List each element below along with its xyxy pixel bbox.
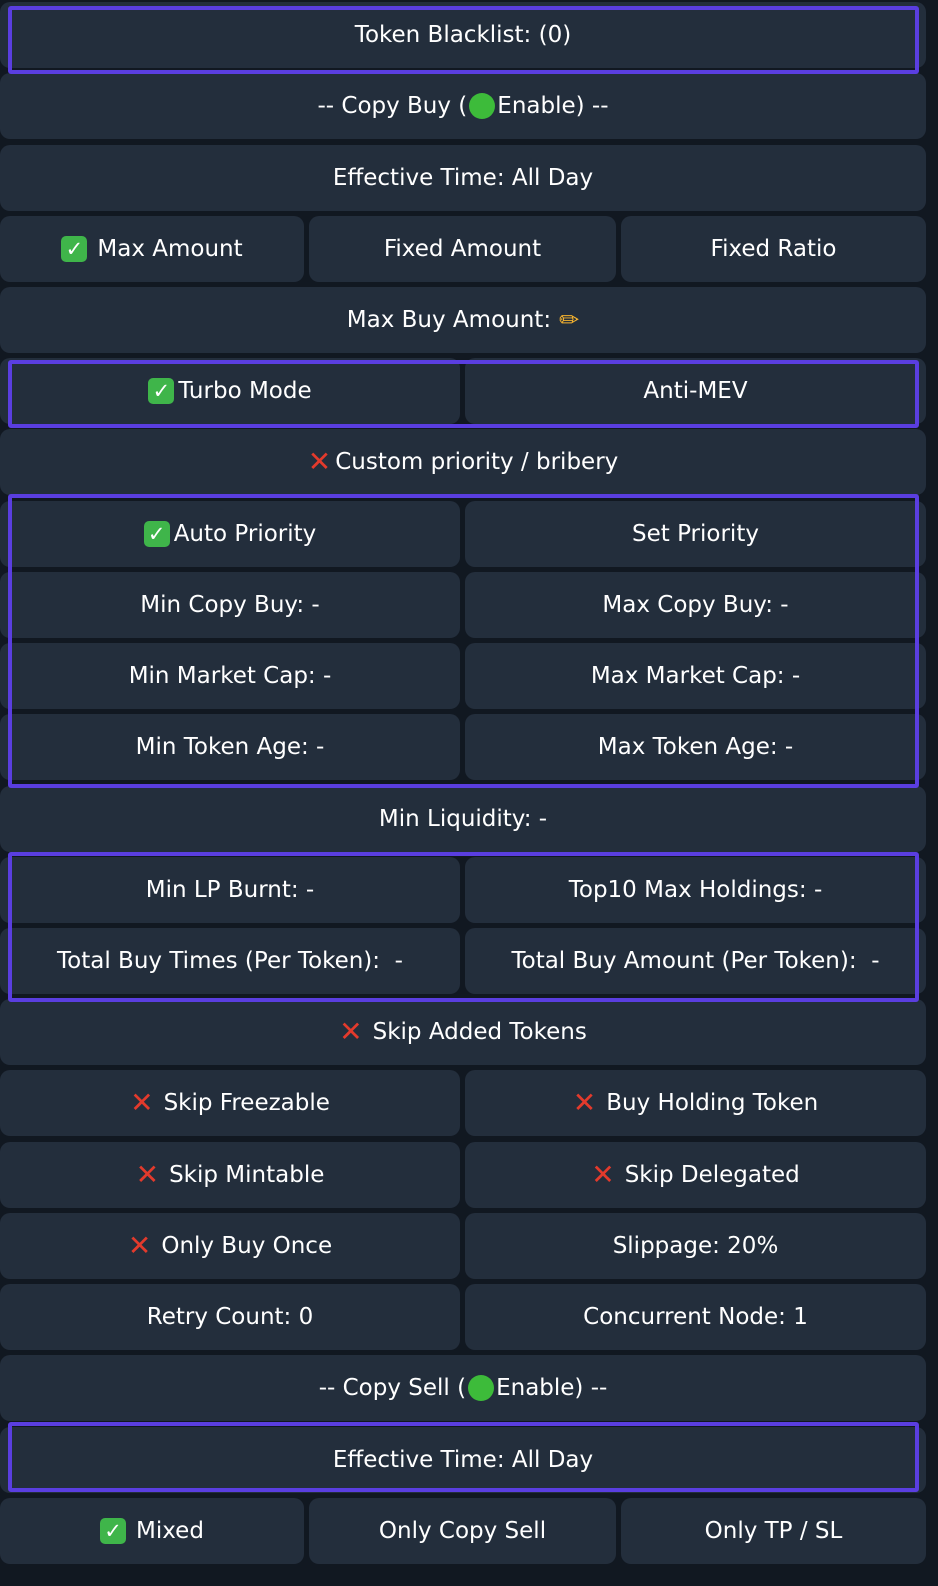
fixed-ratio-button[interactable]: Fixed Ratio xyxy=(621,216,926,282)
total-buy-times-button[interactable]: Total Buy Times (Per Token): - xyxy=(0,928,460,994)
max-buy-amount-button[interactable]: Max Buy Amount: ✏ xyxy=(0,287,926,353)
skip-freezable-button[interactable]: ✕ Skip Freezable xyxy=(0,1070,460,1136)
max-token-age-button[interactable]: Max Token Age: - xyxy=(465,714,926,780)
mixed-label: Mixed xyxy=(136,1518,204,1544)
only-buy-once-button[interactable]: ✕ Only Buy Once xyxy=(0,1213,460,1279)
top10-max-holdings-button[interactable]: Top10 Max Holdings: - xyxy=(465,857,926,923)
only-copy-sell-label: Only Copy Sell xyxy=(378,1518,547,1544)
min-market-cap-label: Min Market Cap: - xyxy=(128,663,332,689)
retry-count-button[interactable]: Retry Count: 0 xyxy=(0,1284,460,1350)
only-copy-sell-button[interactable]: Only Copy Sell xyxy=(309,1498,616,1564)
buy-effective-time-button[interactable]: Effective Time: All Day xyxy=(0,145,926,211)
skip-delegated-button[interactable]: ✕ Skip Delegated xyxy=(465,1142,926,1208)
only-tp-sl-button[interactable]: Only TP / SL xyxy=(621,1498,926,1564)
max-buy-amount-label: Max Buy Amount: xyxy=(346,307,552,333)
copy-buy-prefix: -- Copy Buy ( xyxy=(317,93,468,119)
cross-icon: ✕ xyxy=(307,445,332,478)
min-copy-buy-button[interactable]: Min Copy Buy: - xyxy=(0,572,460,638)
skip-delegated-label: Skip Delegated xyxy=(624,1162,800,1188)
copy-sell-suffix: ) -- xyxy=(574,1375,608,1401)
max-market-cap-label: Max Market Cap: - xyxy=(590,663,801,689)
copy-sell-toggle-button[interactable]: -- Copy Sell ( Enable) -- xyxy=(0,1355,926,1421)
turbo-mode-button[interactable]: ✓ Turbo Mode xyxy=(0,358,460,424)
max-copy-buy-button[interactable]: Max Copy Buy: - xyxy=(465,572,926,638)
total-buy-times-label: Total Buy Times (Per Token): - xyxy=(57,948,403,974)
cross-icon: ✕ xyxy=(591,1158,615,1191)
pencil-icon: ✏ xyxy=(559,306,580,334)
skip-added-tokens-label: Skip Added Tokens xyxy=(372,1019,587,1045)
green-circle-icon xyxy=(468,1375,495,1401)
mixed-button[interactable]: ✓ Mixed xyxy=(0,1498,304,1564)
check-icon: ✓ xyxy=(143,521,170,547)
fixed-amount-label: Fixed Amount xyxy=(383,236,542,262)
min-market-cap-button[interactable]: Min Market Cap: - xyxy=(0,643,460,709)
max-amount-button[interactable]: ✓ Max Amount xyxy=(0,216,304,282)
max-amount-label: Max Amount xyxy=(97,236,243,262)
skip-freezable-label: Skip Freezable xyxy=(163,1090,330,1116)
slippage-button[interactable]: Slippage: 20% xyxy=(465,1213,926,1279)
sell-effective-time-button[interactable]: Effective Time: All Day xyxy=(0,1427,926,1493)
copy-buy-status: Enable xyxy=(497,93,576,119)
max-market-cap-button[interactable]: Max Market Cap: - xyxy=(465,643,926,709)
copy-sell-prefix: -- Copy Sell ( xyxy=(318,1375,467,1401)
fixed-ratio-label: Fixed Ratio xyxy=(710,236,837,262)
min-liquidity-button[interactable]: Min Liquidity: - xyxy=(0,786,926,852)
cross-icon: ✕ xyxy=(339,1015,363,1048)
green-circle-icon xyxy=(469,93,496,119)
cross-icon: ✕ xyxy=(135,1158,160,1191)
auto-priority-label: Auto Priority xyxy=(173,521,317,547)
turbo-mode-label: Turbo Mode xyxy=(178,378,312,404)
skip-added-tokens-button[interactable]: ✕ Skip Added Tokens xyxy=(0,999,926,1065)
min-liquidity-label: Min Liquidity: - xyxy=(378,806,548,832)
set-priority-label: Set Priority xyxy=(632,521,759,547)
total-buy-amount-button[interactable]: Total Buy Amount (Per Token): - xyxy=(465,928,926,994)
top10-max-holdings-label: Top10 Max Holdings: - xyxy=(568,877,823,903)
cross-icon: ✕ xyxy=(572,1086,597,1119)
retry-count-label: Retry Count: 0 xyxy=(146,1304,314,1330)
check-icon: ✓ xyxy=(61,236,88,262)
cross-icon: ✕ xyxy=(127,1229,152,1262)
buy-effective-time-label: Effective Time: All Day xyxy=(332,165,594,191)
slippage-label: Slippage: 20% xyxy=(612,1233,779,1259)
token-blacklist-label: Token Blacklist: (0) xyxy=(354,22,572,48)
buy-holding-token-label: Buy Holding Token xyxy=(606,1090,819,1116)
copy-buy-toggle-button[interactable]: -- Copy Buy ( Enable) -- xyxy=(0,73,926,139)
copy-buy-suffix: ) -- xyxy=(575,93,609,119)
check-icon: ✓ xyxy=(148,378,175,404)
max-token-age-label: Max Token Age: - xyxy=(597,734,794,760)
buy-holding-token-button[interactable]: ✕ Buy Holding Token xyxy=(465,1070,926,1136)
cross-icon: ✕ xyxy=(130,1086,154,1119)
total-buy-amount-label: Total Buy Amount (Per Token): - xyxy=(511,948,880,974)
sell-effective-time-label: Effective Time: All Day xyxy=(332,1447,594,1473)
max-copy-buy-label: Max Copy Buy: - xyxy=(602,592,789,618)
min-lp-burnt-button[interactable]: Min LP Burnt: - xyxy=(0,857,460,923)
check-icon: ✓ xyxy=(100,1518,127,1544)
fixed-amount-button[interactable]: Fixed Amount xyxy=(309,216,616,282)
copy-sell-status: Enable xyxy=(496,1375,575,1401)
token-blacklist-button[interactable]: Token Blacklist: (0) xyxy=(0,2,926,68)
min-lp-burnt-label: Min LP Burnt: - xyxy=(145,877,315,903)
min-copy-buy-label: Min Copy Buy: - xyxy=(140,592,320,618)
copy-trade-settings-panel: Token Blacklist: (0) -- Copy Buy ( Enable… xyxy=(0,0,938,1586)
anti-mev-button[interactable]: Anti-MEV xyxy=(465,358,926,424)
concurrent-node-label: Concurrent Node: 1 xyxy=(583,1304,808,1330)
set-priority-button[interactable]: Set Priority xyxy=(465,501,926,567)
only-buy-once-label: Only Buy Once xyxy=(161,1233,333,1259)
concurrent-node-button[interactable]: Concurrent Node: 1 xyxy=(465,1284,926,1350)
skip-mintable-button[interactable]: ✕ Skip Mintable xyxy=(0,1142,460,1208)
auto-priority-button[interactable]: ✓ Auto Priority xyxy=(0,501,460,567)
skip-mintable-label: Skip Mintable xyxy=(169,1162,325,1188)
only-tp-sl-label: Only TP / SL xyxy=(704,1518,843,1544)
custom-priority-button[interactable]: ✕ Custom priority / bribery xyxy=(0,429,926,495)
min-token-age-label: Min Token Age: - xyxy=(135,734,325,760)
min-token-age-button[interactable]: Min Token Age: - xyxy=(0,714,460,780)
anti-mev-label: Anti-MEV xyxy=(643,378,748,404)
custom-priority-label: Custom priority / bribery xyxy=(335,449,619,475)
